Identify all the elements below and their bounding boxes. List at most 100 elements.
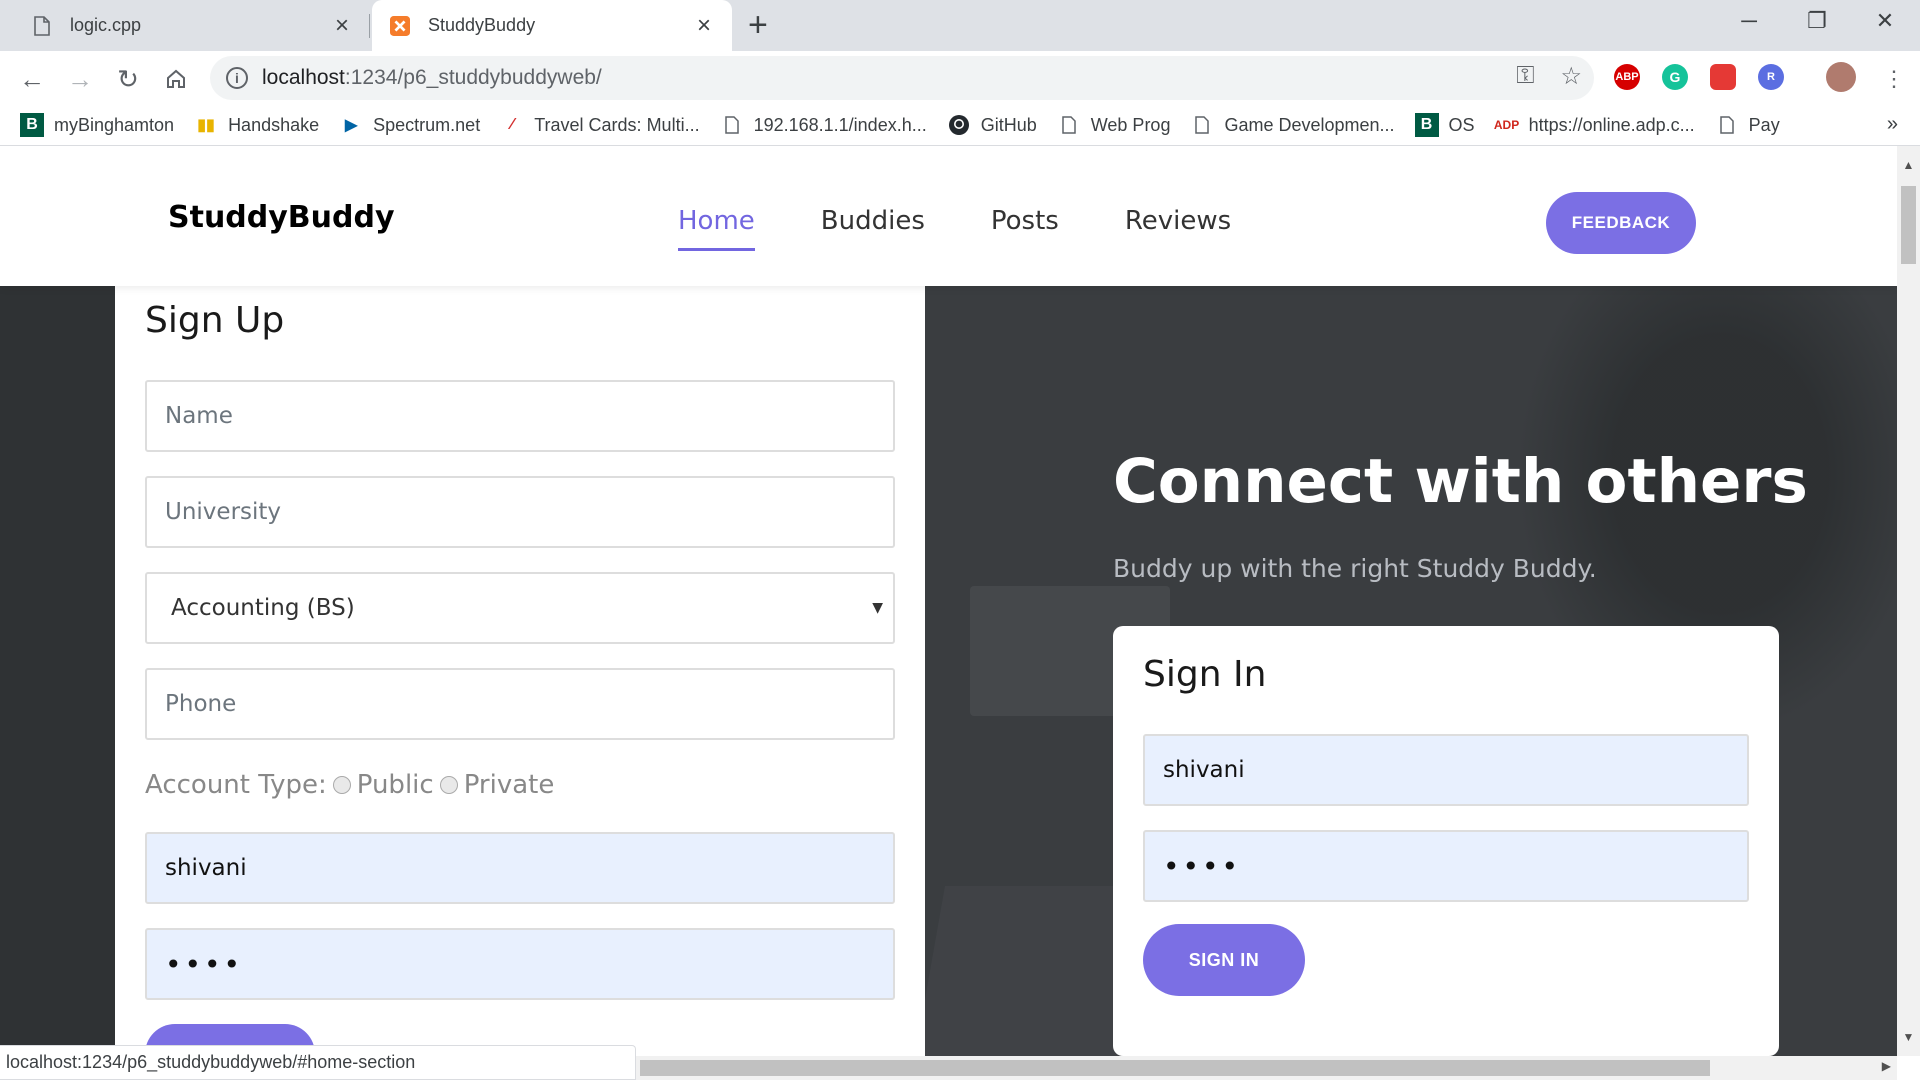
url-path: :1234/p6_studdybuddyweb/: [344, 66, 602, 89]
bookmark-label: Web Prog: [1090, 114, 1171, 135]
home-icon[interactable]: [158, 61, 194, 97]
phone-field[interactable]: Phone: [145, 668, 895, 740]
page-viewport: StuddyBuddy Home Buddies Posts Reviews F…: [0, 146, 1897, 1056]
nav-buddies[interactable]: Buddies: [821, 206, 925, 251]
nav-posts[interactable]: Posts: [991, 206, 1059, 251]
major-selected-value: Accounting (BS): [171, 595, 355, 621]
github-icon: [947, 113, 971, 137]
adblock-extension-icon[interactable]: ABP: [1614, 64, 1640, 90]
bookmark-mybinghamton[interactable]: B myBinghamton: [20, 113, 174, 137]
public-radio[interactable]: [332, 776, 351, 794]
signup-password-field[interactable]: ••••: [145, 928, 895, 1000]
bookmarks-bar: B myBinghamton ▮▮ Handshake ▶ Spectrum.n…: [0, 105, 1920, 146]
signup-username-field[interactable]: shivani: [145, 832, 895, 904]
bookmark-pay[interactable]: Pay: [1715, 113, 1780, 137]
profile-avatar[interactable]: [1826, 62, 1856, 92]
tab-strip: logic.cpp × StuddyBuddy × + ─ ❐ ✕: [0, 0, 1920, 51]
info-icon[interactable]: i: [226, 67, 248, 89]
password-mask: ••••: [1163, 849, 1242, 883]
bookmark-label: Travel Cards: Multi...: [534, 114, 700, 135]
signin-username-field[interactable]: shivani: [1143, 734, 1749, 806]
more-bookmarks-icon[interactable]: »: [1887, 113, 1898, 136]
extension-label: ABP: [1615, 71, 1639, 83]
signin-title: Sign In: [1143, 654, 1267, 695]
account-type-label: Account Type:: [145, 770, 327, 800]
feedback-button[interactable]: FEEDBACK: [1546, 192, 1696, 254]
back-icon[interactable]: ←: [14, 61, 50, 97]
file-icon: [1715, 113, 1739, 137]
bookmark-web-prog[interactable]: Web Prog: [1057, 113, 1171, 137]
grammarly-extension-icon[interactable]: G: [1662, 64, 1688, 90]
close-icon[interactable]: ×: [690, 12, 718, 40]
hero-backdrop-left: [0, 286, 115, 1056]
shield-extension-icon[interactable]: [1710, 64, 1736, 90]
b-logo-icon: B: [1414, 113, 1439, 137]
vertical-scrollbar[interactable]: ▲ ▼: [1897, 146, 1920, 1056]
close-icon[interactable]: ×: [328, 12, 356, 40]
close-window-icon[interactable]: ✕: [1850, 0, 1920, 42]
slash-icon: ⁄: [510, 116, 514, 133]
key-icon[interactable]: ⚿: [1516, 62, 1534, 91]
bookmark-label: 192.168.1.1/index.h...: [753, 114, 927, 135]
password-mask: ••••: [165, 947, 244, 981]
major-select[interactable]: Accounting (BS) ▼: [145, 572, 895, 644]
bookmark-github[interactable]: GitHub: [947, 113, 1037, 137]
tab-logic-cpp[interactable]: logic.cpp ×: [0, 0, 370, 51]
signin-form: Sign In shivani •••• SIGN IN: [1113, 626, 1779, 1056]
scrollbar-thumb[interactable]: [640, 1060, 1710, 1076]
signin-button[interactable]: SIGN IN: [1143, 924, 1305, 996]
bookmark-game-dev[interactable]: Game Developmen...: [1190, 113, 1395, 137]
bookmark-label: https://online.adp.c...: [1528, 114, 1695, 135]
scrollbar-thumb[interactable]: [1901, 186, 1916, 264]
bookmark-travel-cards[interactable]: ⁄ Travel Cards: Multi...: [500, 113, 700, 137]
star-icon[interactable]: ☆: [1560, 62, 1582, 91]
signup-title: Sign Up: [145, 300, 285, 341]
nav-reviews[interactable]: Reviews: [1125, 206, 1231, 251]
account-type-group: Account Type: Public Private: [145, 770, 554, 800]
play-icon: ▶: [344, 117, 358, 134]
r-extension-icon[interactable]: R: [1758, 64, 1784, 90]
forward-icon[interactable]: →: [62, 61, 98, 97]
adp-icon: ADP: [1493, 118, 1520, 132]
scroll-down-icon[interactable]: ▼: [1897, 1030, 1920, 1044]
extension-label: R: [1767, 71, 1775, 83]
bookmark-os[interactable]: B OS: [1414, 113, 1475, 137]
hero-subtitle: Buddy up with the right Studdy Buddy.: [1113, 554, 1597, 583]
bookmark-label: Game Developmen...: [1224, 114, 1395, 135]
bookmark-label: GitHub: [980, 114, 1037, 135]
restore-icon[interactable]: ❐: [1782, 0, 1852, 42]
bookmark-label: OS: [1448, 114, 1475, 135]
bookmark-label: Handshake: [228, 114, 320, 135]
new-tab-icon[interactable]: +: [748, 6, 768, 45]
file-icon: [32, 15, 52, 37]
name-field[interactable]: Name: [145, 380, 895, 452]
bookmark-label: Pay: [1748, 114, 1780, 135]
xampp-icon: [390, 15, 410, 37]
scroll-right-icon[interactable]: ▶: [1882, 1059, 1891, 1073]
address-bar[interactable]: i localhost:1234/p6_studdybuddyweb/ ⚿ ☆: [210, 56, 1594, 100]
bookmark-handshake[interactable]: ▮▮ Handshake: [194, 113, 319, 137]
bookmark-spectrum[interactable]: ▶ Spectrum.net: [339, 113, 480, 137]
site-brand[interactable]: StuddyBuddy: [168, 200, 395, 235]
hero-title: Connect with others: [1113, 446, 1808, 517]
url-host: localhost: [262, 66, 345, 89]
menu-icon[interactable]: ⋮: [1876, 61, 1912, 97]
tab-title: logic.cpp: [70, 15, 142, 35]
nav-home[interactable]: Home: [678, 206, 755, 251]
reload-icon[interactable]: ↻: [110, 61, 146, 97]
bookmark-label: Spectrum.net: [373, 114, 481, 135]
private-radio[interactable]: [439, 776, 458, 794]
minimize-icon[interactable]: ─: [1714, 0, 1784, 42]
status-bar: localhost:1234/p6_studdybuddyweb/#home-s…: [0, 1045, 636, 1080]
handshake-icon: ▮▮: [197, 117, 215, 134]
chevron-down-icon: ▼: [872, 600, 883, 616]
bookmark-router[interactable]: 192.168.1.1/index.h...: [720, 113, 927, 137]
signin-password-field[interactable]: ••••: [1143, 830, 1749, 902]
scroll-up-icon[interactable]: ▲: [1897, 158, 1920, 172]
file-icon: [720, 113, 744, 137]
tab-studdybuddy[interactable]: StuddyBuddy ×: [372, 0, 732, 51]
bookmark-adp[interactable]: ADP https://online.adp.c...: [1493, 113, 1695, 137]
university-field[interactable]: University: [145, 476, 895, 548]
browser-toolbar: ← → ↻ i localhost:1234/p6_studdybuddyweb…: [0, 51, 1920, 105]
extension-label: G: [1669, 69, 1681, 85]
